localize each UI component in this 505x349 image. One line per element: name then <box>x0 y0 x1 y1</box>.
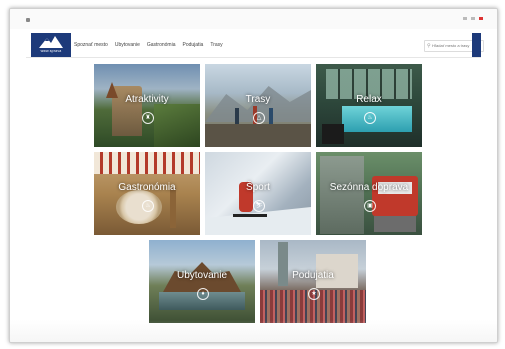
spa-icon: ♨ <box>364 112 376 124</box>
nav-item-ubytovanie[interactable]: Ubytovanie <box>115 42 140 48</box>
search-icon[interactable]: ⚲ <box>427 43 431 49</box>
food-icon: ♨ <box>142 200 154 212</box>
close-icon[interactable] <box>479 17 483 20</box>
nav-item-gastronomia[interactable]: Gastronómia <box>147 42 176 48</box>
tile-label: Podujatia <box>292 270 334 281</box>
tile-gastronomia[interactable]: Gastronómia ♨ <box>94 152 200 235</box>
site-logo[interactable]: www.sprava <box>31 33 71 57</box>
logo-text: www.sprava <box>40 49 62 53</box>
tile-atraktivity[interactable]: Atraktivity ♜ <box>94 64 200 147</box>
site-header: www.sprava Spoznať mesto Ubytovanie Gast… <box>26 33 484 58</box>
bed-icon: ♦ <box>197 288 209 300</box>
tile-label: Relax <box>356 94 382 105</box>
tile-label: Trasy <box>245 94 271 105</box>
nav-item-trasy[interactable]: Trasy <box>210 42 222 48</box>
browser-window: www.sprava Spoznať mesto Ubytovanie Gast… <box>9 8 498 343</box>
tile-label: Sezónna doprava <box>329 182 409 193</box>
favicon-icon <box>26 18 30 22</box>
tile-trasy[interactable]: Trasy △ <box>205 64 311 147</box>
hiking-icon: △ <box>253 112 265 124</box>
tile-relax[interactable]: Relax ♨ <box>316 64 422 147</box>
tile-sport[interactable]: Šport ⛷ <box>205 152 311 235</box>
tile-label: Šport <box>246 182 270 193</box>
page-bottom-fade <box>10 320 497 342</box>
tile-label: Atraktivity <box>125 94 169 105</box>
tile-label: Gastronómia <box>118 182 176 193</box>
minimize-icon[interactable] <box>463 17 467 20</box>
mountain-logo-icon <box>39 36 63 48</box>
nav-item-spoznat-mesto[interactable]: Spoznať mesto <box>74 42 108 48</box>
tile-label: Ubytovanie <box>176 270 228 281</box>
browser-title-bar <box>10 9 497 29</box>
header-accent-block <box>472 33 481 57</box>
nav-item-podujatia[interactable]: Podujatia <box>182 42 203 48</box>
tile-sezonna-doprava[interactable]: Sezónna doprava ▣ <box>316 152 422 235</box>
train-icon: ▣ <box>364 200 376 212</box>
main-nav: Spoznať mesto Ubytovanie Gastronómia Pod… <box>74 42 223 48</box>
maximize-icon[interactable] <box>471 17 475 20</box>
tile-podujatia[interactable]: Podujatia ★ <box>260 240 366 323</box>
castle-icon: ♜ <box>142 112 154 124</box>
window-controls <box>463 17 483 20</box>
tile-ubytovanie[interactable]: Ubytovanie ♦ <box>149 240 255 323</box>
ski-icon: ⛷ <box>253 200 265 212</box>
event-icon: ★ <box>308 288 320 300</box>
